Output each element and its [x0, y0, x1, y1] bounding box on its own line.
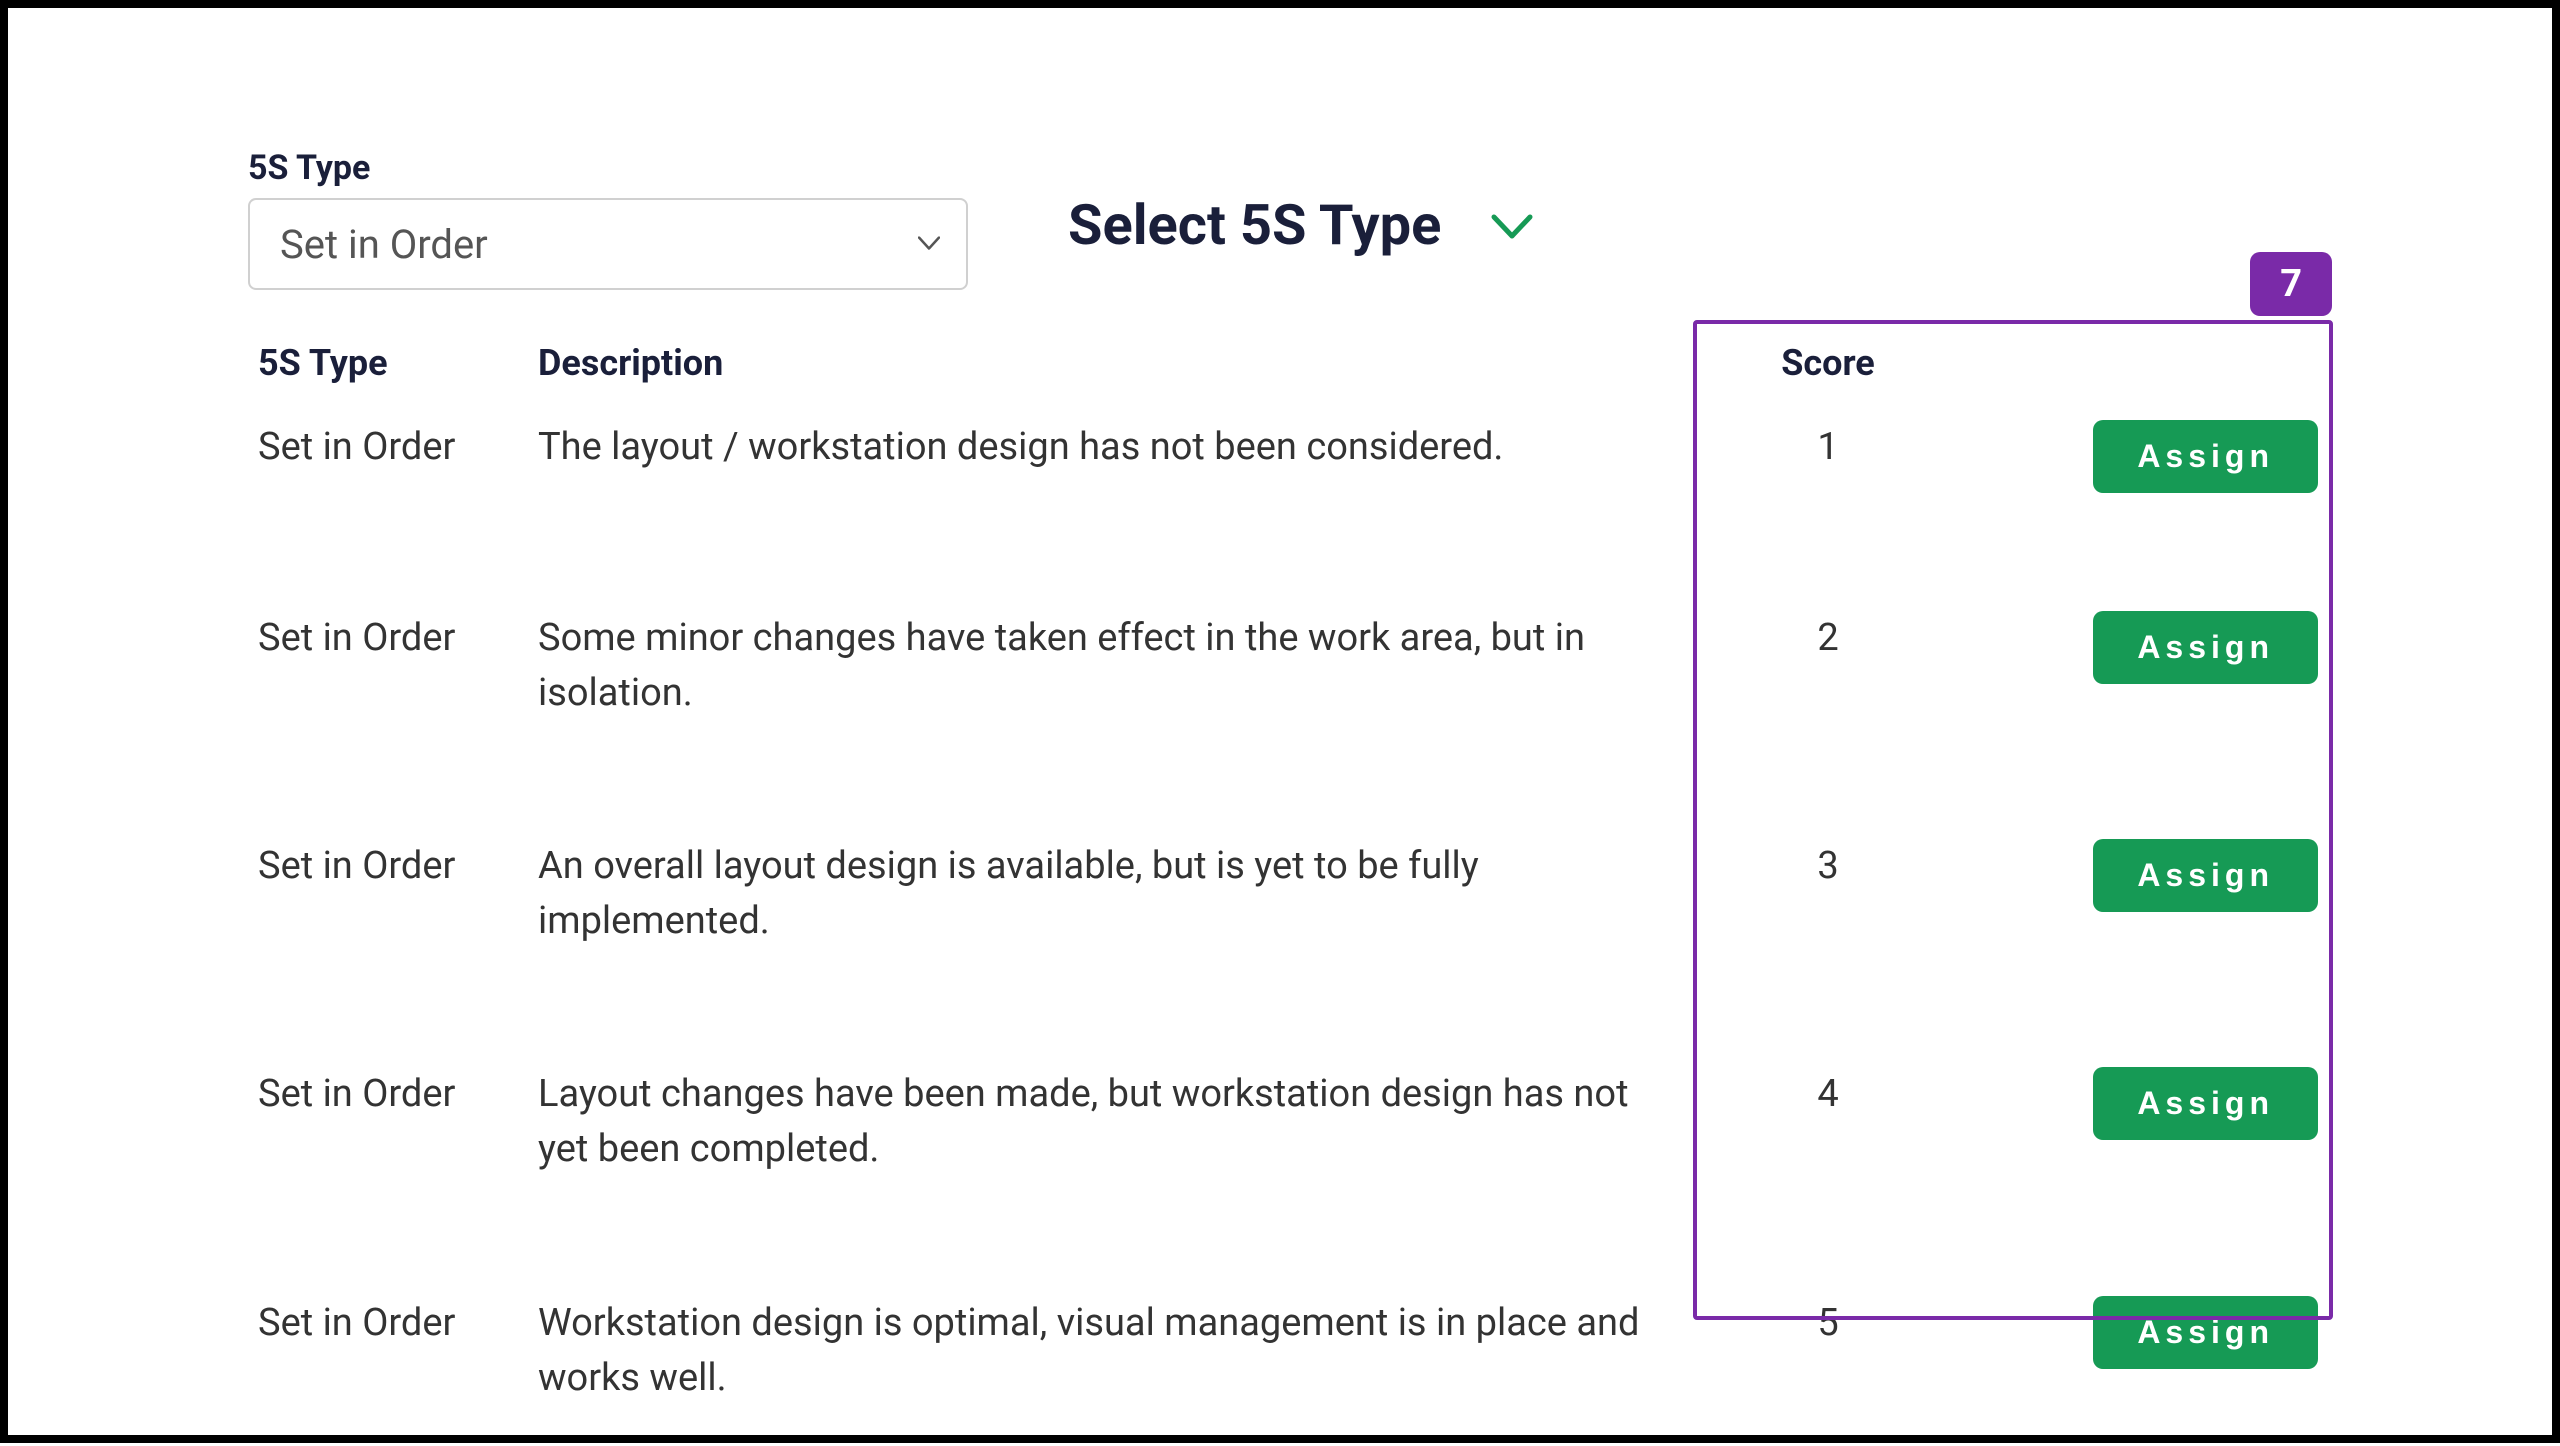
cell-description: Layout changes have been made, but works… — [538, 1049, 1678, 1277]
cell-score: 2 — [1678, 593, 1938, 821]
assign-button[interactable]: Assign — [2093, 1067, 2318, 1140]
type-select-value: Set in Order — [280, 221, 488, 268]
cell-description: An overall layout design is available, b… — [538, 821, 1678, 1049]
assign-button[interactable]: Assign — [2093, 839, 2318, 912]
col-header-score: Score — [1678, 330, 1938, 402]
assign-button[interactable]: Assign — [2093, 611, 2318, 684]
table-row: Set in Order An overall layout design is… — [248, 821, 2332, 1049]
filter-block: 5S Type Set in Order — [248, 148, 968, 290]
expand-chevron-icon[interactable] — [1491, 199, 1533, 251]
col-header-action — [1938, 330, 2332, 402]
cell-action: Assign — [1938, 402, 2332, 593]
cell-description: Some minor changes have taken effect in … — [538, 593, 1678, 821]
cell-type: Set in Order — [248, 1049, 538, 1277]
cell-type: Set in Order — [248, 593, 538, 821]
cell-score: 5 — [1678, 1278, 1938, 1446]
table-row: Set in Order Layout changes have been ma… — [248, 1049, 2332, 1277]
cell-action: Assign — [1938, 1049, 2332, 1277]
type-select-wrap: Set in Order — [248, 198, 968, 290]
page-frame: 7 5S Type Set in Order Select 5S Type — [0, 0, 2560, 1443]
table-row: Set in Order Some minor changes have tak… — [248, 593, 2332, 821]
assign-button[interactable]: Assign — [2093, 1296, 2318, 1369]
assign-button[interactable]: Assign — [2093, 420, 2318, 493]
table-wrap: 5S Type Description Score Set in Order T… — [248, 330, 2332, 1446]
cell-action: Assign — [1938, 821, 2332, 1049]
cell-type: Set in Order — [248, 821, 538, 1049]
col-header-type: 5S Type — [248, 330, 538, 402]
table-row: Set in Order The layout / workstation de… — [248, 402, 2332, 593]
score-table: 5S Type Description Score Set in Order T… — [248, 330, 2332, 1446]
col-header-description: Description — [538, 330, 1678, 402]
cell-score: 1 — [1678, 402, 1938, 593]
table-row: Set in Order Workstation design is optim… — [248, 1278, 2332, 1446]
filter-label: 5S Type — [248, 148, 968, 188]
title-block: Select 5S Type — [1068, 148, 1533, 258]
cell-type: Set in Order — [248, 402, 538, 593]
top-row: 5S Type Set in Order Select 5S Type — [248, 148, 2332, 290]
cell-description: Workstation design is optimal, visual ma… — [538, 1278, 1678, 1446]
type-select[interactable]: Set in Order — [248, 198, 968, 290]
page-title: Select 5S Type — [1068, 192, 1441, 258]
cell-score: 4 — [1678, 1049, 1938, 1277]
cell-description: The layout / workstation design has not … — [538, 402, 1678, 593]
cell-score: 3 — [1678, 821, 1938, 1049]
cell-action: Assign — [1938, 593, 2332, 821]
step-badge: 7 — [2250, 252, 2332, 316]
cell-type: Set in Order — [248, 1278, 538, 1446]
cell-action: Assign — [1938, 1278, 2332, 1446]
table-header-row: 5S Type Description Score — [248, 330, 2332, 402]
